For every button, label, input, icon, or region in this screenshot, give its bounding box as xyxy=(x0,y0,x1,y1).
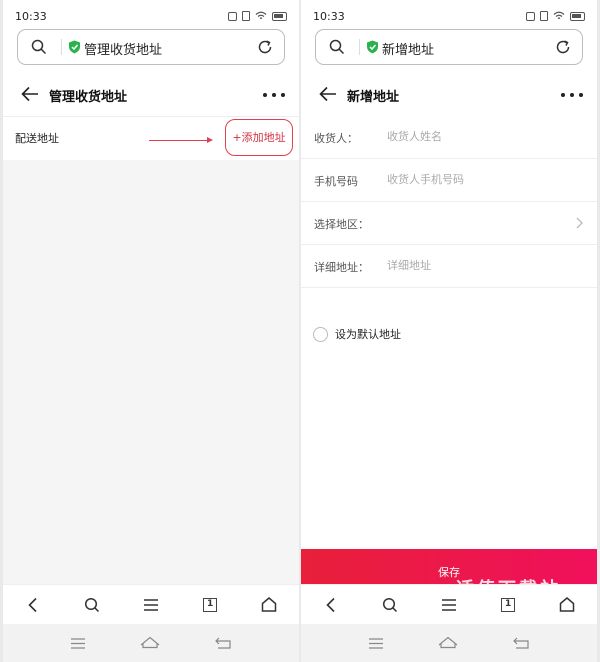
url-text[interactable]: 管理收货地址 xyxy=(84,39,162,58)
search-icon[interactable] xyxy=(31,39,47,55)
address-form: 收货人： 手机号码 选择地区： 详细地址： xyxy=(301,116,597,288)
tabs-icon[interactable]: 1 xyxy=(198,593,222,617)
more-icon[interactable] xyxy=(263,93,285,97)
page-header: 管理收货地址 xyxy=(3,77,299,113)
search-icon[interactable] xyxy=(80,593,104,617)
recipient-label: 收货人： xyxy=(314,132,358,145)
recent-apps-icon[interactable] xyxy=(70,634,85,653)
tabs-count: 1 xyxy=(203,597,218,612)
system-nav-bar xyxy=(301,624,597,662)
battery-icon xyxy=(272,11,287,21)
shield-icon xyxy=(367,40,378,54)
system-back-icon[interactable] xyxy=(215,634,231,653)
menu-icon[interactable] xyxy=(139,593,163,617)
back-icon[interactable] xyxy=(319,593,343,617)
browser-toolbar: 1 xyxy=(301,584,597,624)
status-icons xyxy=(228,11,287,21)
address-bar[interactable]: 管理收货地址 xyxy=(17,29,285,65)
recipient-row: 收货人： xyxy=(301,116,597,159)
section-label: 配送地址 xyxy=(15,132,59,145)
delivery-address-row: 配送地址 +添加地址 xyxy=(3,116,299,160)
annotation-arrow xyxy=(149,140,209,141)
region-row[interactable]: 选择地区： xyxy=(301,202,597,245)
system-nav-bar xyxy=(3,624,299,662)
system-back-icon[interactable] xyxy=(513,634,529,653)
status-time: 10:33 xyxy=(313,10,345,23)
phone-row: 手机号码 xyxy=(301,159,597,202)
vibrate-icon xyxy=(526,11,535,21)
recipient-input[interactable] xyxy=(387,130,567,143)
chevron-right-icon[interactable] xyxy=(576,217,583,229)
vibrate-icon xyxy=(228,11,237,21)
address-bar[interactable]: 新增地址 xyxy=(315,29,583,65)
page-title: 新增地址 xyxy=(347,90,400,105)
menu-icon[interactable] xyxy=(437,593,461,617)
page-title: 管理收货地址 xyxy=(49,90,128,105)
status-bar: 10:33 xyxy=(3,0,299,32)
right-screen: 10:33 新增地址 新增地址 收货人： 手机号码 选择地区： xyxy=(301,0,597,662)
search-icon[interactable] xyxy=(329,39,345,55)
system-home-icon[interactable] xyxy=(140,634,160,653)
refresh-icon[interactable] xyxy=(257,39,273,55)
home-icon[interactable] xyxy=(555,593,579,617)
phone-input[interactable] xyxy=(387,173,567,186)
annotation-arrow-head xyxy=(207,137,213,143)
system-home-icon[interactable] xyxy=(438,634,458,653)
default-radio[interactable] xyxy=(313,326,328,342)
back-arrow-icon[interactable] xyxy=(319,86,337,102)
watermark-text: 适值下载站 xyxy=(456,575,561,584)
default-address-toggle[interactable]: 设为默认地址 xyxy=(313,324,401,344)
detail-address-input[interactable] xyxy=(387,259,567,272)
add-address-button[interactable]: +添加地址 xyxy=(225,119,293,156)
urlbar-divider xyxy=(359,39,360,55)
shield-icon xyxy=(69,40,80,54)
url-text[interactable]: 新增地址 xyxy=(382,39,434,58)
back-icon[interactable] xyxy=(21,593,45,617)
tabs-icon[interactable]: 1 xyxy=(496,593,520,617)
address-list-empty xyxy=(3,160,299,584)
sim-icon xyxy=(242,11,250,21)
refresh-icon[interactable] xyxy=(555,39,571,55)
default-address-label: 设为默认地址 xyxy=(335,328,401,341)
home-icon[interactable] xyxy=(257,593,281,617)
sim-icon xyxy=(540,11,548,21)
browser-toolbar: 1 xyxy=(3,584,299,624)
page-header: 新增地址 xyxy=(301,77,597,113)
region-label: 选择地区： xyxy=(314,218,369,231)
battery-icon xyxy=(570,11,585,21)
tabs-count: 1 xyxy=(501,597,516,612)
status-icons xyxy=(526,11,585,21)
wifi-icon xyxy=(255,11,267,20)
detail-address-row: 详细地址： xyxy=(301,245,597,288)
status-time: 10:33 xyxy=(15,10,47,23)
left-screen: 10:33 管理收货地址 管理收货地址 配送地址 +添加地址 1 xyxy=(3,0,299,662)
urlbar-divider xyxy=(61,39,62,55)
back-arrow-icon[interactable] xyxy=(21,86,39,102)
phone-label: 手机号码 xyxy=(314,175,358,188)
search-icon[interactable] xyxy=(378,593,402,617)
wifi-icon xyxy=(553,11,565,20)
recent-apps-icon[interactable] xyxy=(368,634,383,653)
more-icon[interactable] xyxy=(561,93,583,97)
status-bar: 10:33 xyxy=(301,0,597,32)
detail-address-label: 详细地址： xyxy=(314,261,369,274)
save-button[interactable]: 保存 适值下载站 xyxy=(301,549,597,584)
